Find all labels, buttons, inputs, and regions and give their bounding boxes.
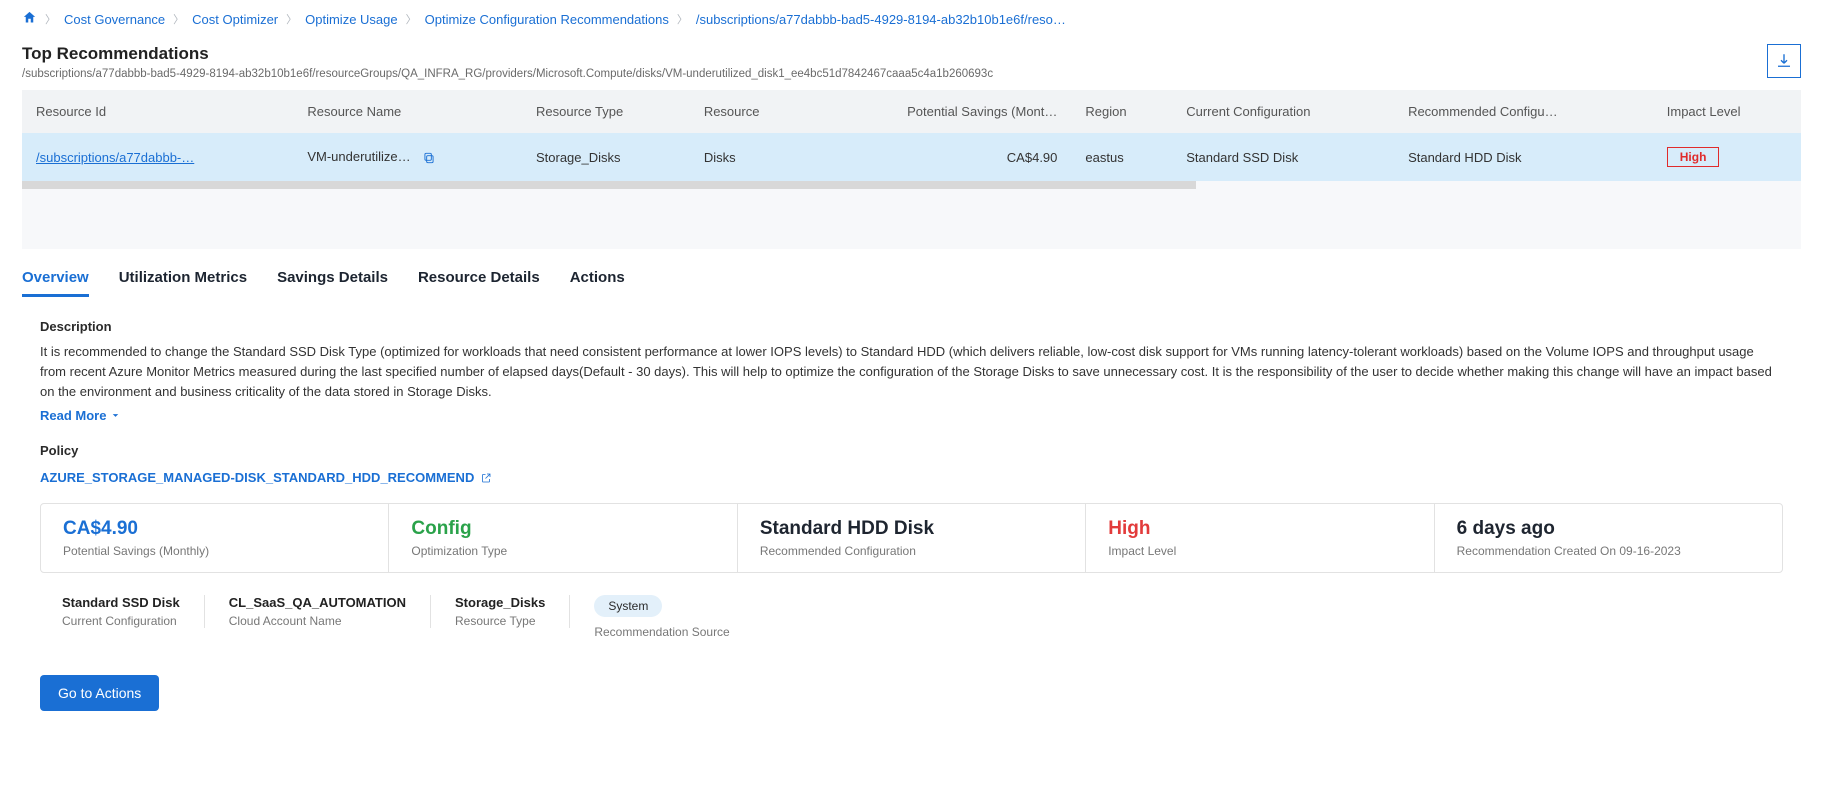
- resource-id-link[interactable]: /subscriptions/a77dabbb-…: [36, 150, 194, 165]
- col-resource[interactable]: Resource: [690, 90, 812, 133]
- stat-potential-savings: CA$4.90 Potential Savings (Monthly): [41, 504, 389, 572]
- resource-value: Disks: [690, 133, 812, 181]
- breadcrumb-cost-optimizer[interactable]: Cost Optimizer: [192, 12, 278, 27]
- recommended-config-value: Standard HDD Disk: [1394, 133, 1653, 181]
- description-text: It is recommended to change the Standard…: [40, 342, 1783, 402]
- tab-resource-details[interactable]: Resource Details: [418, 269, 540, 297]
- meta-resource-type: Storage_Disks Resource Type: [431, 595, 570, 628]
- policy-section: Policy AZURE_STORAGE_MANAGED-DISK_STANDA…: [40, 443, 1783, 485]
- meta-row: Standard SSD Disk Current Configuration …: [40, 595, 1783, 639]
- chevron-right-icon: 〉: [286, 11, 297, 27]
- recommendations-table: Resource Id Resource Name Resource Type …: [22, 90, 1801, 181]
- tab-overview[interactable]: Overview: [22, 269, 89, 297]
- region-value: eastus: [1071, 133, 1172, 181]
- meta-cloud-account: CL_SaaS_QA_AUTOMATION Cloud Account Name: [205, 595, 431, 628]
- tab-utilization-metrics[interactable]: Utilization Metrics: [119, 269, 247, 297]
- overview-panel: Description It is recommended to change …: [0, 297, 1823, 741]
- col-resource-name[interactable]: Resource Name: [293, 90, 522, 133]
- breadcrumb-current: /subscriptions/a77dabbb-bad5-4929-8194-a…: [696, 12, 1066, 27]
- external-link-icon: [480, 472, 492, 484]
- recommendations-table-wrap: Resource Id Resource Name Resource Type …: [22, 90, 1801, 249]
- stat-impact-level: High Impact Level: [1086, 504, 1434, 572]
- chevron-right-icon: 〉: [173, 11, 184, 27]
- impact-level-badge: High: [1667, 147, 1720, 167]
- page-subtitle: /subscriptions/a77dabbb-bad5-4929-8194-a…: [22, 68, 993, 80]
- col-potential-savings[interactable]: Potential Savings (Mont…: [812, 90, 1072, 133]
- col-impact-level[interactable]: Impact Level: [1653, 90, 1801, 133]
- download-button[interactable]: [1767, 44, 1801, 78]
- col-current-config[interactable]: Current Configuration: [1172, 90, 1394, 133]
- col-recommended-config[interactable]: Recommended Configu…: [1394, 90, 1653, 133]
- stat-recommended-config: Standard HDD Disk Recommended Configurat…: [738, 504, 1086, 572]
- stat-cards: CA$4.90 Potential Savings (Monthly) Conf…: [40, 503, 1783, 573]
- stat-optimization-type: Config Optimization Type: [389, 504, 737, 572]
- horizontal-scrollbar[interactable]: [22, 181, 1196, 189]
- col-resource-type[interactable]: Resource Type: [522, 90, 690, 133]
- current-config-value: Standard SSD Disk: [1172, 133, 1394, 181]
- home-icon[interactable]: [22, 10, 37, 28]
- page-header: Top Recommendations /subscriptions/a77da…: [0, 38, 1823, 90]
- read-more-toggle[interactable]: Read More: [40, 408, 121, 423]
- meta-recommendation-source: System Recommendation Source: [570, 595, 753, 639]
- resource-type-value: Storage_Disks: [522, 133, 690, 181]
- col-resource-id[interactable]: Resource Id: [22, 90, 293, 133]
- go-to-actions-button[interactable]: Go to Actions: [40, 675, 159, 711]
- breadcrumb-optimize-config-reco[interactable]: Optimize Configuration Recommendations: [425, 12, 669, 27]
- page-title: Top Recommendations: [22, 44, 993, 64]
- stat-created-on: 6 days ago Recommendation Created On 09-…: [1435, 504, 1782, 572]
- tab-savings-details[interactable]: Savings Details: [277, 269, 388, 297]
- tab-actions[interactable]: Actions: [570, 269, 625, 297]
- chevron-right-icon: 〉: [406, 11, 417, 27]
- description-label: Description: [40, 319, 1783, 334]
- table-row[interactable]: /subscriptions/a77dabbb-… VM-underutiliz…: [22, 133, 1801, 181]
- breadcrumb-cost-governance[interactable]: Cost Governance: [64, 12, 165, 27]
- download-icon: [1775, 52, 1793, 70]
- chevron-right-icon: 〉: [45, 11, 56, 27]
- potential-savings-value: CA$4.90: [812, 133, 1072, 181]
- breadcrumb: 〉 Cost Governance 〉 Cost Optimizer 〉 Opt…: [0, 0, 1823, 38]
- chevron-right-icon: 〉: [677, 11, 688, 27]
- resource-name-value: VM-underutilize…: [307, 149, 410, 164]
- policy-link[interactable]: AZURE_STORAGE_MANAGED-DISK_STANDARD_HDD_…: [40, 470, 492, 485]
- col-region[interactable]: Region: [1071, 90, 1172, 133]
- copy-icon[interactable]: [422, 151, 436, 165]
- source-pill: System: [594, 595, 662, 617]
- meta-current-config: Standard SSD Disk Current Configuration: [40, 595, 205, 628]
- policy-label: Policy: [40, 443, 1783, 458]
- breadcrumb-optimize-usage[interactable]: Optimize Usage: [305, 12, 397, 27]
- detail-tabs: Overview Utilization Metrics Savings Det…: [0, 249, 1823, 297]
- chevron-down-icon: [110, 410, 121, 421]
